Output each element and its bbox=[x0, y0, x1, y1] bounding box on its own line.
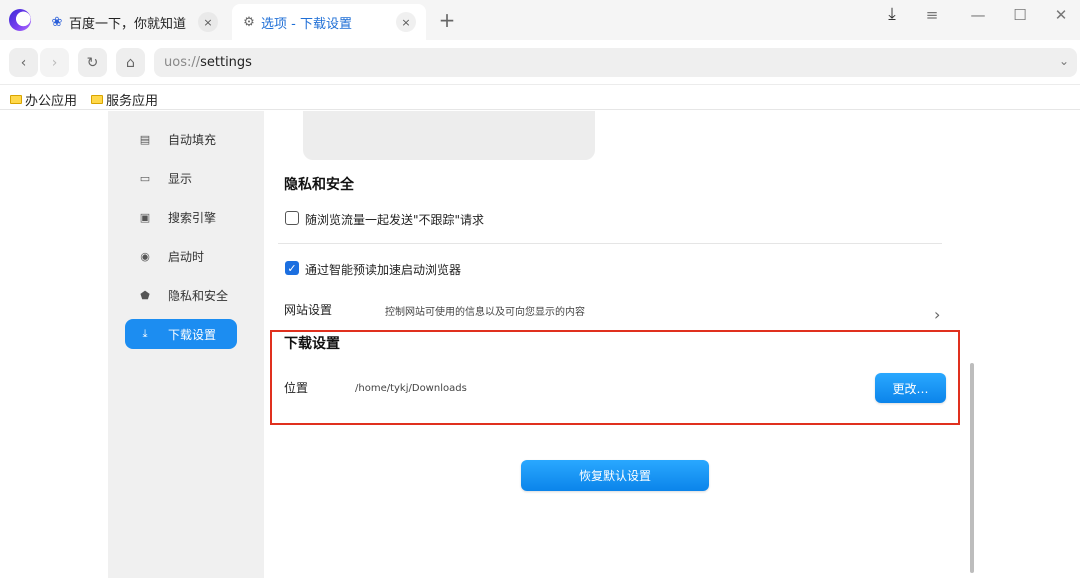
sidebar-item-privacy[interactable]: ⬟ 隐私和安全 bbox=[125, 280, 237, 310]
browser-logo-icon bbox=[9, 9, 31, 31]
sidebar-item-search-engine[interactable]: ▣ 搜索引擎 bbox=[125, 202, 237, 232]
bookmark-folder[interactable]: 服务应用 bbox=[91, 90, 158, 109]
check-icon: ✓ bbox=[287, 261, 297, 275]
chevron-right-icon[interactable]: › bbox=[934, 305, 940, 324]
highlight-box bbox=[270, 330, 960, 425]
sidebar-item-label: 启动时 bbox=[168, 249, 205, 264]
home-button[interactable]: ⌂ bbox=[116, 48, 145, 77]
paw-icon: ❀ bbox=[51, 14, 63, 30]
tab-bar: ❀ 百度一下，你就知道 × ⚙ 选项 - 下载设置 × + ⤓ ≡ — ☐ ✕ bbox=[0, 0, 1080, 40]
tab-label: 选项 - 下载设置 bbox=[261, 16, 352, 32]
monitor-icon: ▭ bbox=[139, 171, 151, 185]
maximize-button[interactable]: ☐ bbox=[1008, 6, 1032, 24]
reload-button[interactable]: ↻ bbox=[78, 48, 107, 77]
tab-close-button[interactable]: × bbox=[198, 12, 218, 32]
new-tab-button[interactable]: + bbox=[437, 8, 457, 32]
chevron-down-icon[interactable]: ⌄ bbox=[1059, 54, 1069, 68]
power-icon: ◉ bbox=[140, 249, 150, 263]
folder-icon bbox=[10, 95, 22, 104]
search-engine-icon: ▣ bbox=[139, 210, 151, 224]
shield-icon: ⬟ bbox=[140, 288, 150, 302]
divider bbox=[278, 243, 942, 244]
tab-close-button[interactable]: × bbox=[396, 12, 416, 32]
gear-icon: ⚙ bbox=[243, 14, 255, 30]
location-value: /home/tykj/Downloads bbox=[355, 383, 467, 394]
download-icon[interactable]: ⤓ bbox=[880, 4, 904, 24]
url-scheme: uos:// bbox=[164, 55, 201, 70]
sidebar-item-label: 显示 bbox=[168, 171, 193, 186]
section-title-privacy: 隐私和安全 bbox=[284, 177, 354, 193]
settings-sidebar: ▤ 自动填充 ▭ 显示 ▣ 搜索引擎 ◉ 启动时 ⬟ 隐私和安全 ⤓ 下载设置 bbox=[108, 111, 264, 578]
page-margin bbox=[0, 111, 108, 578]
bookmark-label: 服务应用 bbox=[106, 94, 159, 109]
location-label: 位置 bbox=[284, 381, 309, 395]
sidebar-item-autofill[interactable]: ▤ 自动填充 bbox=[125, 124, 237, 154]
menu-icon[interactable]: ≡ bbox=[920, 6, 944, 24]
sidebar-item-downloads[interactable]: ⤓ 下载设置 bbox=[125, 319, 237, 349]
sidebar-item-label: 隐私和安全 bbox=[168, 288, 229, 303]
bookmark-label: 办公应用 bbox=[25, 94, 78, 109]
sidebar-item-label: 搜索引擎 bbox=[168, 210, 217, 225]
tab-settings[interactable]: ⚙ 选项 - 下载设置 × bbox=[232, 4, 426, 40]
close-window-button[interactable]: ✕ bbox=[1049, 6, 1073, 24]
preview-panel bbox=[303, 111, 595, 160]
sidebar-item-startup[interactable]: ◉ 启动时 bbox=[125, 241, 237, 271]
form-icon: ▤ bbox=[139, 132, 151, 146]
bookmark-bar: 办公应用 服务应用 bbox=[0, 86, 1080, 110]
preload-checkbox[interactable]: ✓ bbox=[285, 261, 299, 275]
url-host: settings bbox=[200, 55, 252, 70]
preload-label: 通过智能预读加速启动浏览器 bbox=[305, 263, 462, 277]
change-location-button[interactable]: 更改… bbox=[875, 373, 946, 403]
scrollbar[interactable] bbox=[970, 363, 974, 573]
dnt-checkbox[interactable] bbox=[285, 211, 299, 225]
sidebar-item-label: 下载设置 bbox=[168, 327, 217, 342]
tab-label: 百度一下，你就知道 bbox=[69, 16, 187, 32]
download-icon: ⤓ bbox=[142, 327, 148, 340]
sidebar-item-label: 自动填充 bbox=[168, 132, 217, 147]
site-settings-desc: 控制网站可使用的信息以及可向您显示的内容 bbox=[385, 307, 585, 318]
sidebar-item-display[interactable]: ▭ 显示 bbox=[125, 163, 237, 193]
settings-content: 隐私和安全 随浏览流量一起发送"不跟踪"请求 ✓ 通过智能预读加速启动浏览器 网… bbox=[264, 111, 1080, 578]
back-button[interactable]: ‹ bbox=[9, 48, 38, 77]
minimize-button[interactable]: — bbox=[966, 6, 990, 24]
nav-toolbar: ‹ › ↻ ⌂ uos://settings ⌄ bbox=[0, 40, 1080, 85]
site-settings-label[interactable]: 网站设置 bbox=[284, 301, 332, 318]
tab-baidu[interactable]: ❀ 百度一下，你就知道 × bbox=[40, 4, 228, 40]
address-bar[interactable]: uos://settings ⌄ bbox=[154, 48, 1077, 77]
reset-defaults-button[interactable]: 恢复默认设置 bbox=[521, 460, 709, 491]
forward-button[interactable]: › bbox=[40, 48, 69, 77]
bookmark-folder[interactable]: 办公应用 bbox=[10, 90, 77, 109]
folder-icon bbox=[91, 95, 103, 104]
dnt-label: 随浏览流量一起发送"不跟踪"请求 bbox=[305, 213, 485, 227]
section-title-downloads: 下载设置 bbox=[284, 336, 340, 352]
